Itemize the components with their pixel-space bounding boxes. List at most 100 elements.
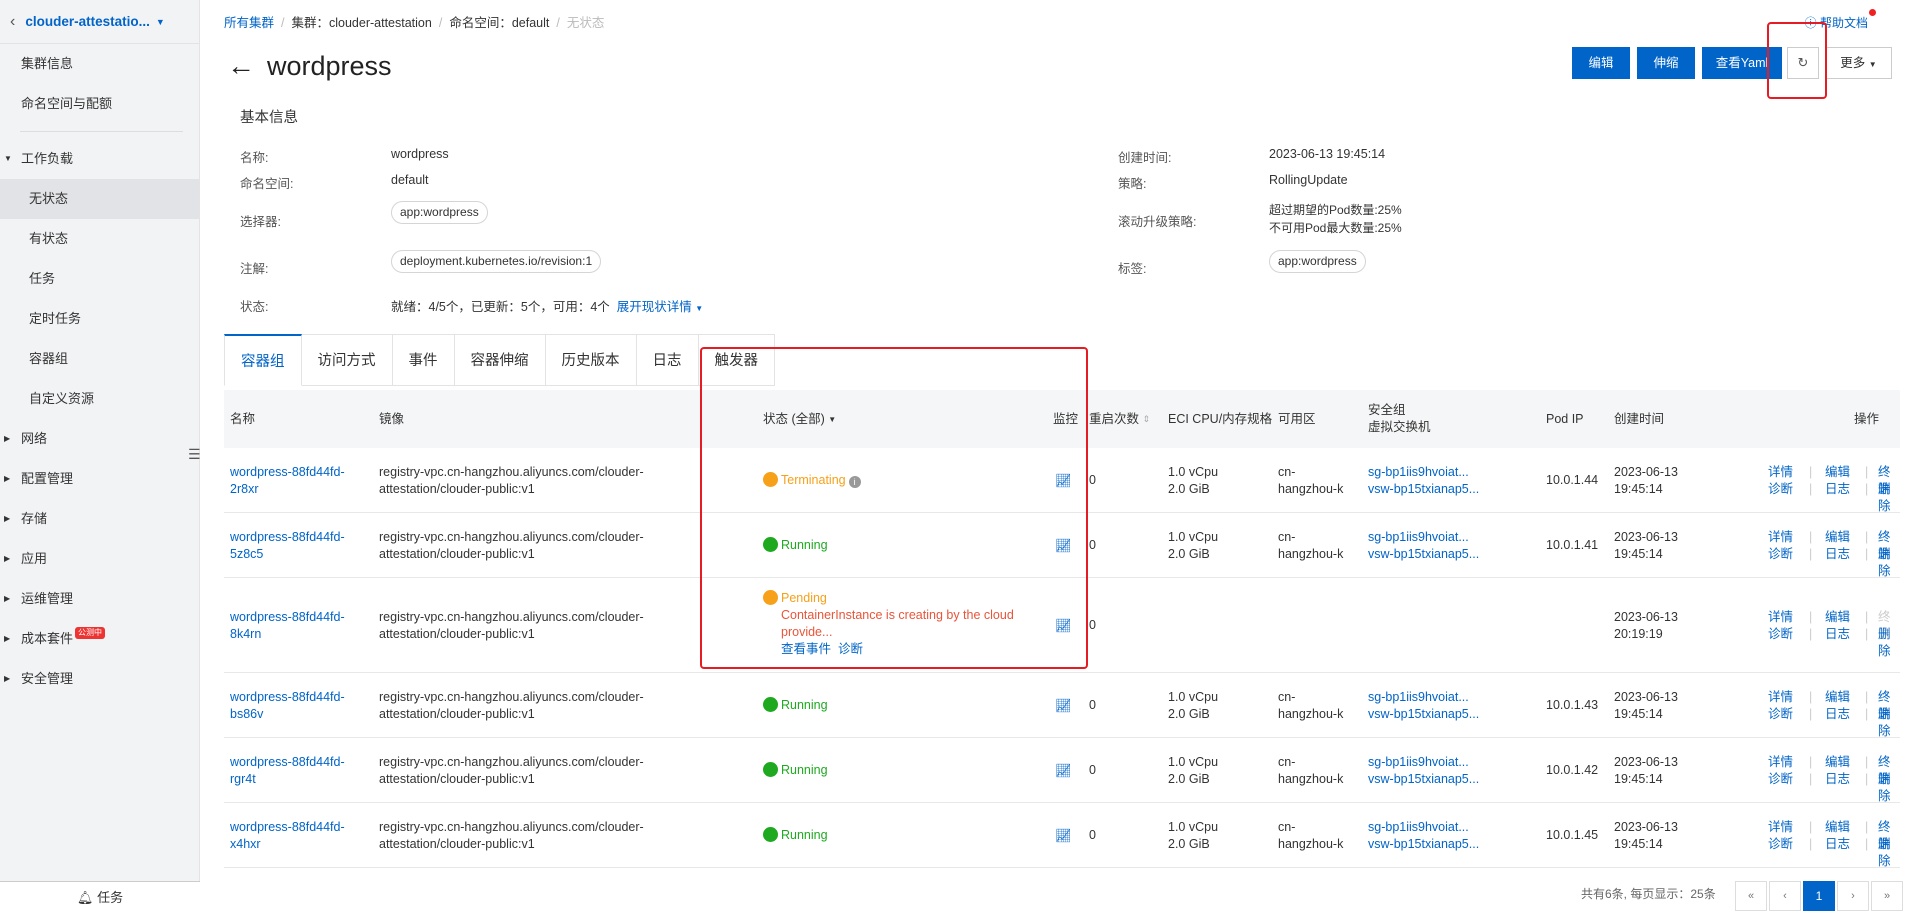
pod-name-link[interactable]: wordpress-88fd44fd- 2r8xr [230, 464, 345, 498]
log-link[interactable]: 日志 [1825, 626, 1850, 643]
security-group-link[interactable]: sg-bp1iis9hvoiat... [1368, 464, 1479, 481]
refresh-button[interactable]: ↻ [1787, 47, 1819, 79]
page-current-button[interactable]: 1 [1803, 881, 1835, 911]
chevron-down-icon[interactable]: ▼ [156, 17, 165, 27]
tab-access[interactable]: 访问方式 [301, 334, 393, 386]
vswitch-link[interactable]: vsw-bp15txianap5... [1368, 771, 1479, 788]
breadcrumb-cluster[interactable]: 集群：clouder-attestation [292, 16, 432, 30]
security-group-link[interactable]: sg-bp1iis9hvoiat... [1368, 819, 1479, 836]
detail-link[interactable]: 详情 [1768, 754, 1793, 771]
sort-icon[interactable]: ⇕ [1143, 411, 1151, 428]
tab-triggers[interactable]: 触发器 [698, 334, 775, 386]
collapse-sidebar-icon[interactable]: ☰ [188, 446, 201, 463]
edit-link[interactable]: 编辑 [1825, 464, 1850, 481]
sidebar-group-network[interactable]: ▶ 网络 [0, 419, 199, 459]
delete-link[interactable]: 删除 [1878, 626, 1902, 660]
pod-name-link[interactable]: wordpress-88fd44fd-rgr4t [230, 754, 345, 788]
page-next-button[interactable]: › [1837, 881, 1869, 911]
sidebar-group-ops[interactable]: ▶ 运维管理 [0, 579, 199, 619]
security-group-link[interactable]: sg-bp1iis9hvoiat... [1368, 529, 1479, 546]
vswitch-link[interactable]: vsw-bp15txianap5... [1368, 481, 1479, 498]
sidebar-item-deployments[interactable]: 无状态 [0, 179, 199, 219]
log-link[interactable]: 日志 [1825, 481, 1850, 498]
monitor-chart-icon[interactable]: 📈︎ [1055, 697, 1072, 714]
sidebar-group-workloads[interactable]: ▼ 工作负载 [0, 139, 199, 179]
edit-link[interactable]: 编辑 [1825, 689, 1850, 706]
help-docs-link[interactable]: ⓘ 帮助文档 [1805, 9, 1876, 31]
view-yaml-button[interactable]: 查看Yaml [1702, 47, 1782, 79]
diagnose-link[interactable]: 诊断 [1768, 626, 1793, 643]
col-restarts[interactable]: 重启次数 ⇕ [1089, 390, 1150, 448]
log-link[interactable]: 日志 [1825, 546, 1850, 563]
tab-events[interactable]: 事件 [392, 334, 455, 386]
sidebar-group-cost[interactable]: ▶ 成本套件 公测中 [0, 619, 199, 659]
tab-autoscaling[interactable]: 容器伸缩 [454, 334, 546, 386]
detail-link[interactable]: 详情 [1768, 464, 1793, 481]
page-first-button[interactable]: « [1735, 881, 1767, 911]
log-link[interactable]: 日志 [1825, 836, 1850, 853]
edit-button[interactable]: 编辑 [1572, 47, 1630, 79]
pod-name-link[interactable]: wordpress-88fd44fd-bs86v [230, 689, 345, 723]
detail-link[interactable]: 详情 [1768, 529, 1793, 546]
diagnose-link[interactable]: 诊断 [1768, 706, 1793, 723]
diagnose-link[interactable]: 诊断 [1768, 771, 1793, 788]
delete-link[interactable]: 删除 [1878, 706, 1902, 740]
diagnose-link[interactable]: 诊断 [838, 642, 863, 656]
sidebar-item-statefulsets[interactable]: 有状态 [0, 219, 199, 259]
sidebar-group-storage[interactable]: ▶ 存储 [0, 499, 199, 539]
expand-status-link[interactable]: 展开现状详情 ▼ [617, 300, 703, 314]
detail-link[interactable]: 详情 [1768, 609, 1793, 626]
edit-link[interactable]: 编辑 [1825, 609, 1850, 626]
monitor-chart-icon[interactable]: 📈︎ [1055, 537, 1072, 554]
cluster-name[interactable]: clouder-attestatio... [25, 14, 150, 29]
monitor-chart-icon[interactable]: 📈︎ [1055, 472, 1072, 489]
delete-link[interactable]: 删除 [1878, 771, 1902, 805]
monitor-chart-icon[interactable]: 📈︎ [1055, 762, 1072, 779]
page-last-button[interactable]: » [1871, 881, 1903, 911]
sidebar-item-cronjobs[interactable]: 定时任务 [0, 299, 199, 339]
back-icon[interactable]: ‹ [10, 13, 15, 31]
sidebar-item-jobs[interactable]: 任务 [0, 259, 199, 299]
tab-history[interactable]: 历史版本 [545, 334, 637, 386]
edit-link[interactable]: 编辑 [1825, 819, 1850, 836]
delete-link[interactable]: 删除 [1878, 481, 1902, 515]
view-events-link[interactable]: 查看事件 [781, 642, 831, 656]
breadcrumb-all-clusters[interactable]: 所有集群 [224, 16, 274, 30]
diagnose-link[interactable]: 诊断 [1768, 836, 1793, 853]
detail-link[interactable]: 详情 [1768, 819, 1793, 836]
sidebar-item-custom-resources[interactable]: 自定义资源 [0, 379, 199, 419]
delete-link[interactable]: 删除 [1878, 546, 1902, 580]
diagnose-link[interactable]: 诊断 [1768, 481, 1793, 498]
detail-link[interactable]: 详情 [1768, 689, 1793, 706]
log-link[interactable]: 日志 [1825, 706, 1850, 723]
sidebar-item-pods[interactable]: 容器组 [0, 339, 199, 379]
log-link[interactable]: 日志 [1825, 771, 1850, 788]
col-status[interactable]: 状态 (全部) ▼ [763, 390, 836, 448]
back-arrow-icon[interactable]: ← [227, 50, 255, 82]
tab-pods[interactable]: 容器组 [224, 334, 302, 386]
more-button[interactable]: 更多 ▼ [1825, 47, 1892, 79]
cluster-selector[interactable]: ‹ clouder-attestatio... ▼ [0, 0, 199, 44]
sidebar-group-apps[interactable]: ▶ 应用 [0, 539, 199, 579]
diagnose-link[interactable]: 诊断 [1768, 546, 1793, 563]
monitor-chart-icon[interactable]: 📈︎ [1055, 617, 1072, 634]
vswitch-link[interactable]: vsw-bp15txianap5... [1368, 706, 1479, 723]
monitor-chart-icon[interactable]: 📈︎ [1055, 827, 1072, 844]
page-prev-button[interactable]: ‹ [1769, 881, 1801, 911]
pod-name-link[interactable]: wordpress-88fd44fd- 8k4rn [230, 609, 345, 643]
edit-link[interactable]: 编辑 [1825, 529, 1850, 546]
pod-name-link[interactable]: wordpress-88fd44fd- 5z8c5 [230, 529, 345, 563]
sidebar-group-security[interactable]: ▶ 安全管理 [0, 659, 199, 699]
tab-logs[interactable]: 日志 [636, 334, 699, 386]
security-group-link[interactable]: sg-bp1iis9hvoiat... [1368, 689, 1479, 706]
edit-link[interactable]: 编辑 [1825, 754, 1850, 771]
sidebar-item-cluster-info[interactable]: 集群信息 [0, 44, 199, 84]
sidebar-item-namespace-quota[interactable]: 命名空间与配额 [0, 84, 199, 124]
security-group-link[interactable]: sg-bp1iis9hvoiat... [1368, 754, 1479, 771]
vswitch-link[interactable]: vsw-bp15txianap5... [1368, 836, 1479, 853]
sidebar-group-config[interactable]: ▶ 配置管理 [0, 459, 199, 499]
scale-button[interactable]: 伸缩 [1637, 47, 1695, 79]
pod-name-link[interactable]: wordpress-88fd44fd-x4hxr [230, 819, 345, 853]
delete-link[interactable]: 删除 [1878, 836, 1902, 870]
info-icon[interactable]: i [848, 475, 861, 488]
